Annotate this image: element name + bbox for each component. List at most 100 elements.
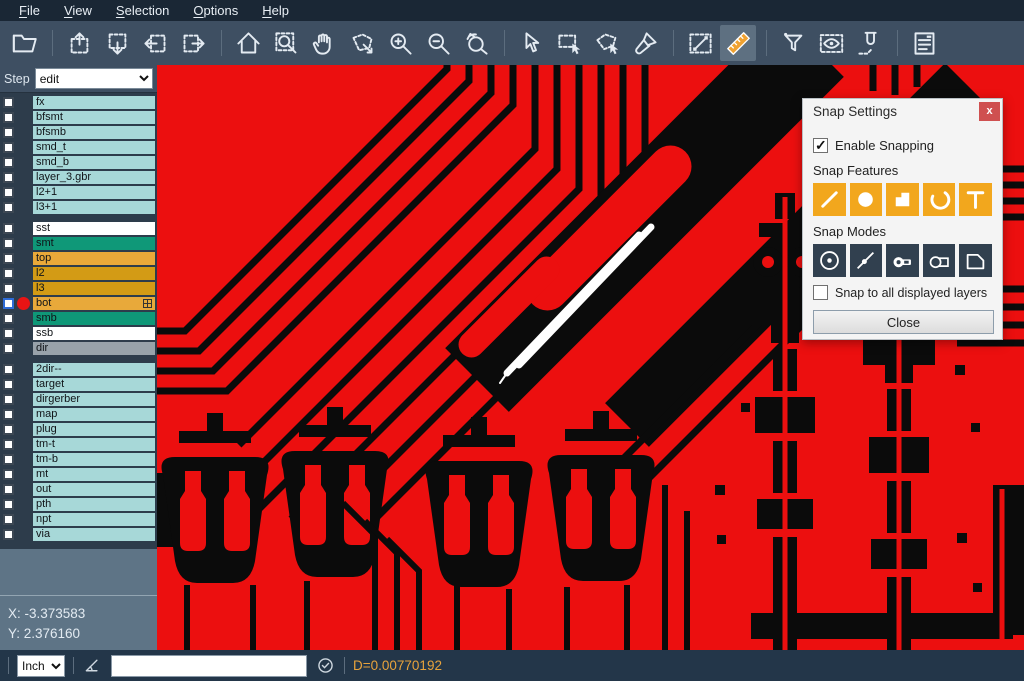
- pan-down-button[interactable]: [99, 25, 135, 61]
- snap-magnet-button[interactable]: [851, 25, 887, 61]
- layer-name-l3+1[interactable]: l3+1: [33, 201, 155, 214]
- snap-mode-slot-filled-icon[interactable]: [886, 244, 919, 277]
- layer-visibility-checkbox[interactable]: [3, 424, 14, 435]
- layer-name-top[interactable]: top: [33, 252, 155, 265]
- menu-selection[interactable]: Selection: [105, 1, 180, 20]
- layer-visibility-checkbox[interactable]: [3, 379, 14, 390]
- layer-name-smd_b[interactable]: smd_b: [33, 156, 155, 169]
- layer-visibility-checkbox[interactable]: [3, 187, 14, 198]
- layer-visibility-checkbox[interactable]: [3, 253, 14, 264]
- layer-name-bfsmb[interactable]: bfsmb: [33, 126, 155, 139]
- snap-feature-surface-icon[interactable]: [886, 183, 919, 216]
- zoom-in-button[interactable]: [382, 25, 418, 61]
- layer-name-mt[interactable]: mt: [33, 468, 155, 481]
- pan-left-button[interactable]: [137, 25, 173, 61]
- layer-name-l3[interactable]: l3: [33, 282, 155, 295]
- layer-name-2dir--[interactable]: 2dir--: [33, 363, 155, 376]
- snap-feature-line-icon[interactable]: [813, 183, 846, 216]
- dialog-titlebar[interactable]: Snap Settings x: [803, 99, 1002, 124]
- layer-visibility-checkbox[interactable]: [3, 439, 14, 450]
- layer-visibility-checkbox[interactable]: [3, 514, 14, 525]
- layer-visibility-checkbox[interactable]: [3, 268, 14, 279]
- layer-visibility-checkbox[interactable]: [3, 343, 14, 354]
- layer-name-fx[interactable]: fx: [33, 96, 155, 109]
- menu-view[interactable]: View: [53, 1, 103, 20]
- layer-visibility-checkbox[interactable]: [3, 328, 14, 339]
- angle-icon[interactable]: [82, 655, 103, 676]
- layer-name-tm-t[interactable]: tm-t: [33, 438, 155, 451]
- layer-visibility-checkbox[interactable]: [3, 238, 14, 249]
- layer-name-dir[interactable]: dir: [33, 342, 155, 355]
- step-select[interactable]: edit: [35, 68, 153, 89]
- close-icon[interactable]: x: [979, 102, 1000, 121]
- menu-help[interactable]: Help: [251, 1, 300, 20]
- layer-visibility-checkbox[interactable]: [3, 364, 14, 375]
- open-folder-button[interactable]: [6, 25, 42, 61]
- polygon-zoom-button[interactable]: [344, 25, 380, 61]
- layer-visibility-checkbox[interactable]: [3, 409, 14, 420]
- zoom-out-button[interactable]: [420, 25, 456, 61]
- layer-visibility-checkbox[interactable]: [3, 223, 14, 234]
- brush-button[interactable]: [627, 25, 663, 61]
- layer-name-target[interactable]: target: [33, 378, 155, 391]
- layer-visibility-checkbox[interactable]: [3, 142, 14, 153]
- layer-name-smt[interactable]: smt: [33, 237, 155, 250]
- layer-visibility-checkbox[interactable]: [3, 454, 14, 465]
- layer-visibility-checkbox[interactable]: [3, 127, 14, 138]
- layer-visibility-checkbox[interactable]: [3, 394, 14, 405]
- snap-feature-text-icon[interactable]: [959, 183, 992, 216]
- ruler-button[interactable]: [720, 25, 756, 61]
- unit-select[interactable]: Inch: [17, 655, 65, 677]
- enable-snapping-checkbox[interactable]: [813, 138, 828, 153]
- layer-name-smd_t[interactable]: smd_t: [33, 141, 155, 154]
- highlight-eye-button[interactable]: [813, 25, 849, 61]
- layer-name-layer_3.gbr[interactable]: layer_3.gbr: [33, 171, 155, 184]
- menu-file[interactable]: File: [8, 1, 51, 20]
- layer-name-bfsmt[interactable]: bfsmt: [33, 111, 155, 124]
- layer-name-ssb[interactable]: ssb: [33, 327, 155, 340]
- report-button[interactable]: [906, 25, 942, 61]
- command-input[interactable]: [111, 655, 307, 677]
- layer-visibility-checkbox[interactable]: [3, 97, 14, 108]
- snap-all-layers-checkbox[interactable]: [813, 285, 828, 300]
- select-arrow-button[interactable]: [513, 25, 549, 61]
- layer-visibility-checkbox[interactable]: [3, 172, 14, 183]
- layer-name-npt[interactable]: npt: [33, 513, 155, 526]
- layer-visibility-checkbox[interactable]: [3, 499, 14, 510]
- snap-feature-circle-icon[interactable]: [850, 183, 883, 216]
- snap-mode-center-icon[interactable]: [813, 244, 846, 277]
- layer-name-tm-b[interactable]: tm-b: [33, 453, 155, 466]
- layer-visibility-checkbox[interactable]: [3, 484, 14, 495]
- layer-visibility-checkbox[interactable]: [3, 313, 14, 324]
- layer-name-out[interactable]: out: [33, 483, 155, 496]
- layer-visibility-checkbox[interactable]: [3, 202, 14, 213]
- layer-name-plug[interactable]: plug: [33, 423, 155, 436]
- layer-visibility-checkbox[interactable]: [3, 112, 14, 123]
- layer-name-l2[interactable]: l2: [33, 267, 155, 280]
- layer-name-via[interactable]: via: [33, 528, 155, 541]
- layer-name-pth[interactable]: pth: [33, 498, 155, 511]
- layer-name-sst[interactable]: sst: [33, 222, 155, 235]
- layer-name-bot[interactable]: bot: [33, 297, 155, 310]
- layer-visibility-checkbox[interactable]: [3, 283, 14, 294]
- snap-mode-midpoint-icon[interactable]: [850, 244, 883, 277]
- menu-options[interactable]: Options: [182, 1, 249, 20]
- layer-name-dirgerber[interactable]: dirgerber: [33, 393, 155, 406]
- layer-visibility-checkbox[interactable]: [3, 157, 14, 168]
- pcb-viewport[interactable]: Snap Settings x Enable Snapping Snap Fea…: [157, 65, 1024, 650]
- layer-visibility-checkbox[interactable]: [3, 529, 14, 540]
- zoom-previous-button[interactable]: [458, 25, 494, 61]
- hand-button[interactable]: [306, 25, 342, 61]
- pan-right-button[interactable]: [175, 25, 211, 61]
- zoom-area-button[interactable]: [268, 25, 304, 61]
- close-button[interactable]: Close: [813, 310, 994, 334]
- layer-name-l2+1[interactable]: l2+1: [33, 186, 155, 199]
- rect-select-button[interactable]: [551, 25, 587, 61]
- snap-feature-arc-icon[interactable]: [923, 183, 956, 216]
- refresh-check-icon[interactable]: [315, 655, 336, 676]
- pan-up-button[interactable]: [61, 25, 97, 61]
- snap-mode-corner-icon[interactable]: [959, 244, 992, 277]
- layer-name-smb[interactable]: smb: [33, 312, 155, 325]
- layer-visibility-checkbox[interactable]: [3, 469, 14, 480]
- snap-mode-slot-outline-icon[interactable]: [923, 244, 956, 277]
